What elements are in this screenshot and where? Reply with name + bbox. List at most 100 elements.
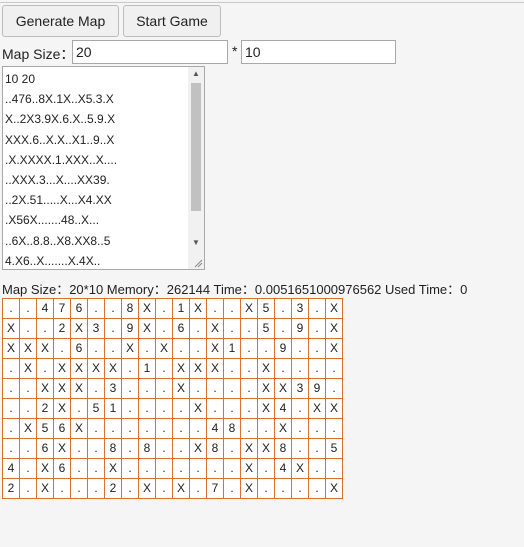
grid-cell[interactable]: . xyxy=(2,378,20,399)
grid-cell[interactable]: X xyxy=(36,338,54,359)
grid-cell[interactable]: . xyxy=(325,418,343,439)
triangle-down-icon[interactable]: ▼ xyxy=(188,236,204,250)
grid-cell[interactable]: . xyxy=(155,318,173,339)
grid-cell[interactable]: X xyxy=(189,398,207,419)
grid-cell[interactable]: . xyxy=(325,458,343,479)
grid-cell[interactable]: X xyxy=(325,338,343,359)
grid-cell[interactable]: . xyxy=(104,338,122,359)
grid-cell[interactable]: . xyxy=(104,298,122,319)
grid-cell[interactable]: X xyxy=(19,358,37,379)
grid-cell[interactable]: . xyxy=(172,398,190,419)
grid-cell[interactable]: X xyxy=(189,358,207,379)
grid-cell[interactable]: . xyxy=(19,438,37,459)
grid-cell[interactable]: . xyxy=(138,458,156,479)
grid-cell[interactable]: . xyxy=(223,478,241,499)
grid-cell[interactable]: 8 xyxy=(138,438,156,459)
grid-cell[interactable]: 5 xyxy=(257,318,275,339)
grid-cell[interactable]: 8 xyxy=(104,438,122,459)
grid-cell[interactable]: X xyxy=(172,478,190,499)
grid-cell[interactable]: . xyxy=(121,378,139,399)
grid-cell[interactable]: . xyxy=(325,378,343,399)
grid-cell[interactable]: . xyxy=(19,458,37,479)
grid-cell[interactable]: 6 xyxy=(172,318,190,339)
grid-cell[interactable]: . xyxy=(240,338,258,359)
grid-cell[interactable]: 9 xyxy=(308,378,326,399)
grid-cell[interactable]: X xyxy=(257,358,275,379)
grid-cell[interactable]: 2 xyxy=(36,398,54,419)
grid-cell[interactable]: . xyxy=(308,438,326,459)
grid-cell[interactable]: X xyxy=(2,338,20,359)
grid-cell[interactable]: X xyxy=(274,418,292,439)
grid-cell[interactable]: 1 xyxy=(104,398,122,419)
grid-cell[interactable]: . xyxy=(274,478,292,499)
grid-cell[interactable]: . xyxy=(206,298,224,319)
grid-cell[interactable]: X xyxy=(36,378,54,399)
grid-cell[interactable]: 2 xyxy=(2,478,20,499)
grid-cell[interactable]: X xyxy=(291,458,309,479)
grid-cell[interactable]: X xyxy=(2,318,20,339)
grid-cell[interactable]: 2 xyxy=(53,318,71,339)
grid-cell[interactable]: 8 xyxy=(206,438,224,459)
grid-cell[interactable]: 5 xyxy=(257,298,275,319)
grid-cell[interactable]: X xyxy=(172,358,190,379)
grid-cell[interactable]: . xyxy=(240,378,258,399)
grid-cell[interactable]: X xyxy=(19,338,37,359)
grid-cell[interactable]: X xyxy=(325,318,343,339)
grid-cell[interactable]: 5 xyxy=(325,438,343,459)
grid-cell[interactable]: . xyxy=(19,398,37,419)
grid-cell[interactable]: . xyxy=(308,318,326,339)
grid-cell[interactable]: . xyxy=(155,478,173,499)
grid-cell[interactable]: . xyxy=(257,418,275,439)
grid-cell[interactable]: . xyxy=(121,398,139,419)
grid-cell[interactable]: . xyxy=(155,358,173,379)
grid-cell[interactable]: . xyxy=(257,458,275,479)
grid-cell[interactable]: 3 xyxy=(291,298,309,319)
grid-cell[interactable]: . xyxy=(121,358,139,379)
grid-cell[interactable]: . xyxy=(240,318,258,339)
grid-cell[interactable]: . xyxy=(2,418,20,439)
grid-cell[interactable]: 3 xyxy=(104,378,122,399)
grid-cell[interactable]: . xyxy=(308,338,326,359)
grid-cell[interactable]: . xyxy=(36,318,54,339)
grid-cell[interactable]: . xyxy=(19,378,37,399)
grid-cell[interactable]: X xyxy=(257,398,275,419)
grid-cell[interactable]: X xyxy=(19,418,37,439)
grid-cell[interactable]: X xyxy=(138,318,156,339)
grid-cell[interactable]: . xyxy=(206,398,224,419)
grid-cell[interactable]: . xyxy=(155,458,173,479)
grid-cell[interactable]: . xyxy=(172,338,190,359)
start-game-button[interactable]: Start Game xyxy=(123,5,221,37)
grid-cell[interactable]: . xyxy=(87,338,105,359)
grid-cell[interactable]: 9 xyxy=(291,318,309,339)
grid-cell[interactable]: 6 xyxy=(70,298,88,319)
grid-cell[interactable]: X xyxy=(172,378,190,399)
grid-cell[interactable]: 4 xyxy=(274,398,292,419)
grid-cell[interactable]: X xyxy=(206,338,224,359)
grid-cell[interactable]: 7 xyxy=(206,478,224,499)
grid-cell[interactable]: X xyxy=(240,298,258,319)
grid-cell[interactable]: . xyxy=(223,358,241,379)
map-text-content[interactable]: 10 20 ..476..8X.1X..X5.3.X X..2X3.9X.6.X..… xyxy=(5,69,185,269)
grid-cell[interactable]: X xyxy=(308,398,326,419)
grid-cell[interactable]: X xyxy=(53,358,71,379)
grid-cell[interactable]: 8 xyxy=(223,418,241,439)
grid-cell[interactable]: . xyxy=(189,338,207,359)
grid-cell[interactable]: 6 xyxy=(53,418,71,439)
grid-cell[interactable]: 4 xyxy=(206,418,224,439)
grid-cell[interactable]: . xyxy=(87,418,105,439)
grid-cell[interactable]: . xyxy=(223,458,241,479)
grid-cell[interactable]: 9 xyxy=(121,318,139,339)
grid-cell[interactable]: X xyxy=(70,358,88,379)
grid-cell[interactable]: 2 xyxy=(104,478,122,499)
grid-cell[interactable]: . xyxy=(172,458,190,479)
grid-cell[interactable]: . xyxy=(155,298,173,319)
grid-cell[interactable]: . xyxy=(257,338,275,359)
grid-cell[interactable]: X xyxy=(104,358,122,379)
grid-cell[interactable]: . xyxy=(121,418,139,439)
grid-cell[interactable]: . xyxy=(138,378,156,399)
grid-cell[interactable]: 4 xyxy=(274,458,292,479)
grid-cell[interactable]: X xyxy=(104,458,122,479)
grid-cell[interactable]: . xyxy=(189,378,207,399)
grid-cell[interactable]: . xyxy=(274,358,292,379)
grid-cell[interactable]: . xyxy=(206,378,224,399)
